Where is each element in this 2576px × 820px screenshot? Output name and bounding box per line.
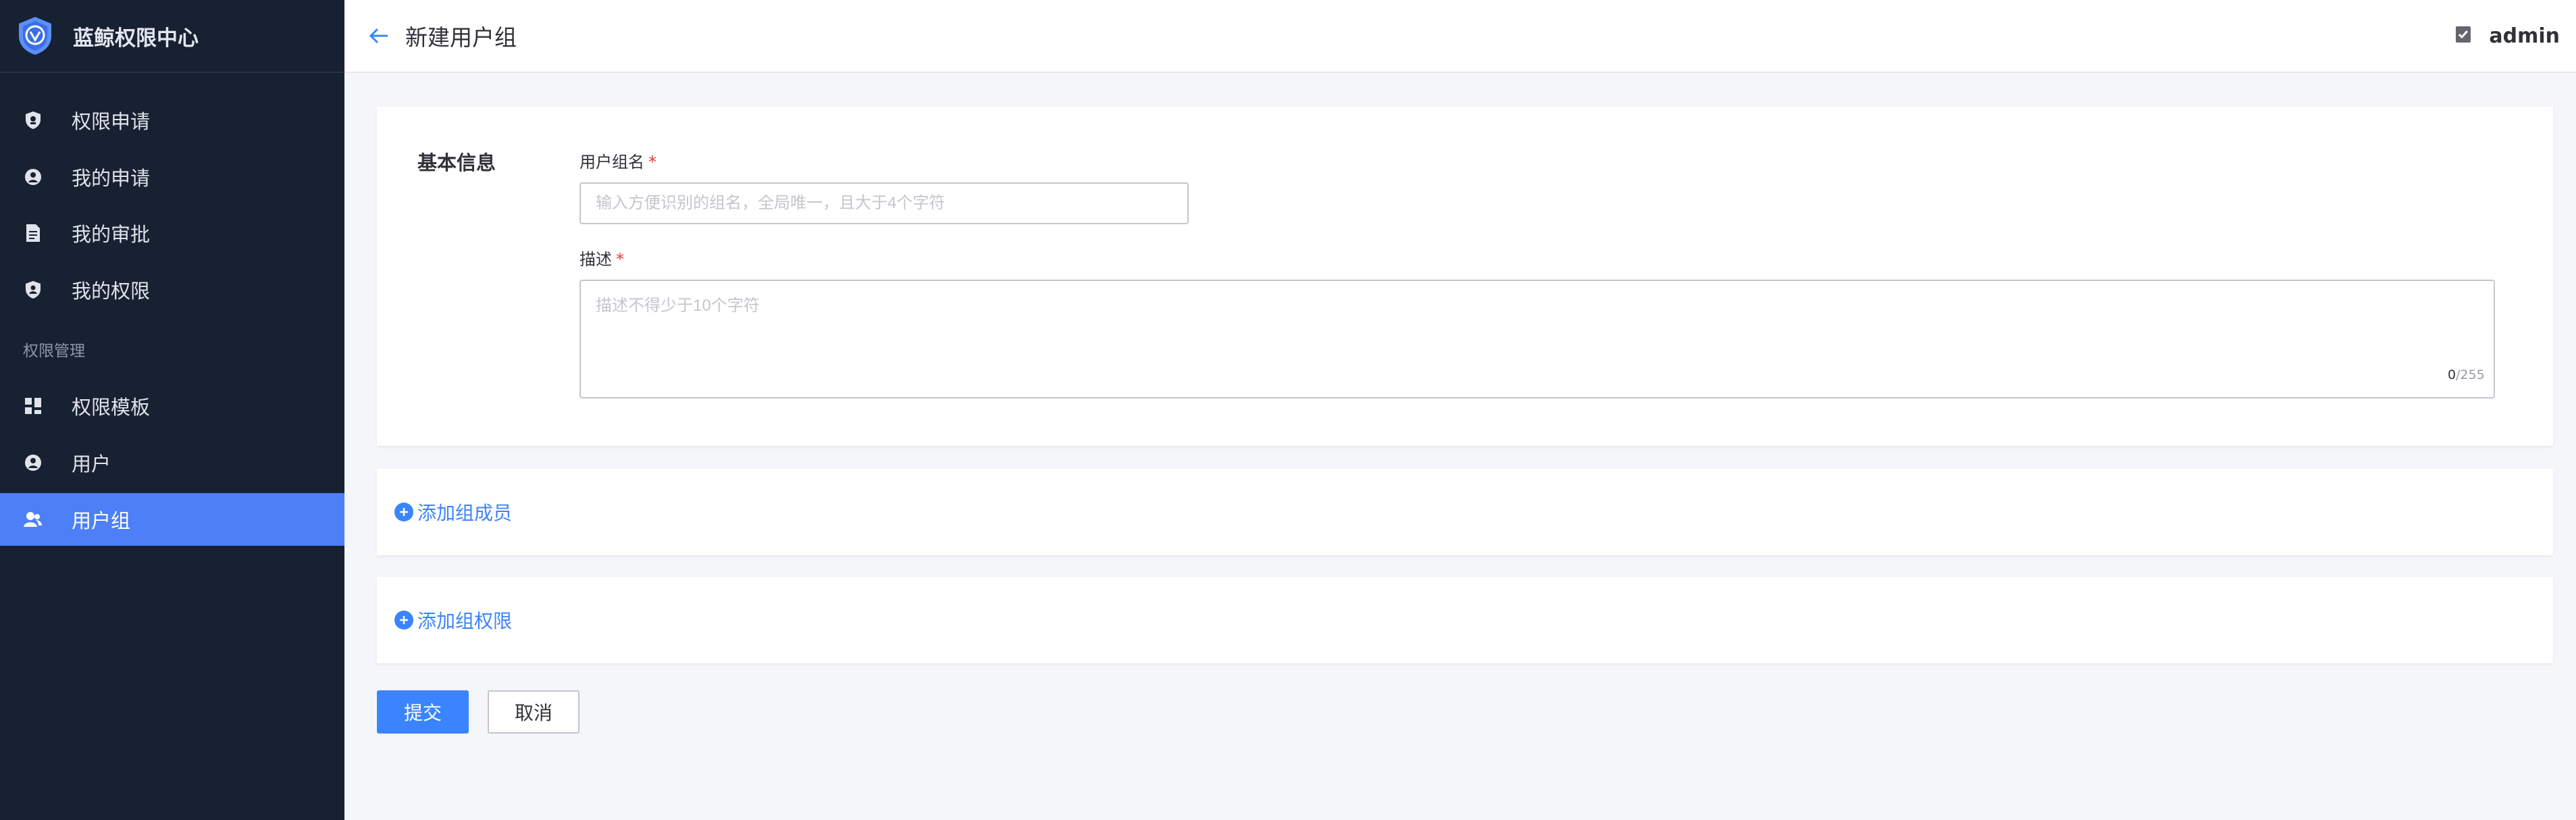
notice-icon[interactable] [2455, 26, 2471, 46]
sidebar-item-label: 我的权限 [72, 280, 151, 303]
sidebar-item-my-approvals[interactable]: 我的审批 [0, 207, 344, 259]
app-title: 蓝鲸权限中心 [73, 26, 199, 51]
name-label: 用户组名 * [579, 149, 656, 172]
desc-label-text: 描述 [579, 250, 612, 269]
required-mark: * [648, 153, 656, 172]
desc-label: 描述 * [579, 246, 624, 270]
header: 新建用户组 admin [344, 0, 2576, 73]
users-icon [23, 509, 43, 530]
name-label-text: 用户组名 [579, 153, 644, 172]
sidebar-item-label: 用户组 [72, 509, 131, 532]
shield-logo-icon [19, 17, 51, 55]
sidebar-item-label: 我的审批 [72, 223, 151, 246]
document-icon [23, 223, 43, 243]
sidebar-group-label: 权限管理 [23, 342, 85, 360]
add-permissions-button[interactable]: 添加组权限 [394, 607, 512, 634]
shield-user-icon [23, 280, 43, 300]
user-circle-icon [23, 453, 43, 473]
plus-circle-icon [394, 611, 413, 630]
add-members-button[interactable]: 添加组成员 [394, 498, 512, 526]
permissions-card: 添加组权限 [377, 577, 2553, 663]
counter-current: 0 [2448, 367, 2456, 382]
char-counter: 0/255 [2448, 367, 2485, 382]
shield-apply-icon [23, 110, 43, 130]
plus-circle-icon [394, 503, 413, 521]
page-title: 新建用户组 [405, 24, 517, 51]
sidebar-item-my-applications[interactable]: 我的申请 [0, 151, 344, 203]
add-members-label: 添加组成员 [417, 502, 513, 524]
sidebar-item-label: 权限申请 [72, 110, 151, 133]
required-mark: * [616, 250, 624, 269]
sidebar-item-label: 用户 [72, 453, 111, 476]
group-name-input[interactable] [579, 182, 1189, 224]
sidebar-item-label: 我的申请 [72, 167, 151, 190]
sidebar-item-user-groups[interactable]: 用户组 [0, 493, 344, 546]
username[interactable]: admin [2489, 24, 2560, 48]
user-circle-icon [23, 167, 43, 187]
sidebar-item-templates[interactable]: 权限模板 [0, 380, 344, 432]
sidebar-item-my-permissions[interactable]: 我的权限 [0, 263, 344, 316]
add-permissions-label: 添加组权限 [417, 610, 513, 632]
user-area[interactable]: admin [2455, 0, 2560, 72]
basic-info-card: 基本信息 用户组名* 描述* 0/255 [377, 107, 2553, 446]
brand: 蓝鲸权限中心 [0, 0, 344, 73]
sidebar-item-permission-apply[interactable]: 权限申请 [0, 94, 344, 147]
counter-max: /255 [2456, 367, 2485, 382]
description-textarea[interactable] [579, 280, 2495, 399]
sidebar-item-label: 权限模板 [72, 396, 151, 419]
cancel-button[interactable]: 取消 [488, 690, 579, 734]
submit-button[interactable]: 提交 [377, 690, 469, 734]
section-label: 基本信息 [417, 151, 496, 174]
members-card: 添加组成员 [377, 469, 2553, 555]
arrow-left-icon[interactable] [367, 24, 390, 47]
sidebar: 蓝鲸权限中心 权限申请 我的申请 我的审批 我的权限 权限管理 权限模板 用户 … [0, 0, 344, 820]
grid-icon [23, 396, 43, 416]
sidebar-item-users[interactable]: 用户 [0, 436, 344, 489]
